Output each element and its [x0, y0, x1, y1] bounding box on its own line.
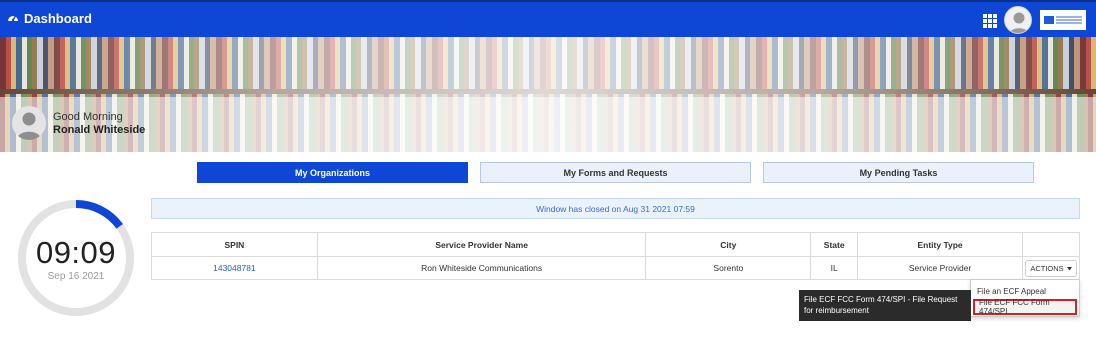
banner-image: [0, 37, 1096, 152]
entity-type-cell: Service Provider: [857, 256, 1023, 280]
table-header-row: SPIN Service Provider Name City State En…: [151, 232, 1081, 257]
tachometer-icon: [7, 11, 24, 26]
table-row: 143048781 Ron Whiteside Communications S…: [151, 256, 1081, 280]
state-cell: IL: [810, 256, 859, 280]
caret-down-icon: [1066, 264, 1072, 273]
organizations-table: SPIN Service Provider Name City State En…: [151, 232, 1081, 280]
dashboard-link[interactable]: Dashboard: [7, 11, 92, 26]
menu-item-file-ecf-form-474[interactable]: File ECF FCC Form 474/SPI: [973, 298, 1077, 316]
column-header-entity-type: Entity Type: [857, 232, 1023, 257]
brand-logo: [1040, 10, 1086, 30]
user-avatar[interactable]: [1004, 6, 1032, 34]
tab-my-organizations[interactable]: My Organizations: [197, 162, 468, 183]
greeting: Good Morning Ronald Whiteside: [12, 106, 145, 140]
window-closed-notice: Window has closed on Aug 31 2021 07:59: [151, 198, 1080, 219]
avatar: [12, 106, 46, 140]
actions-dropdown-menu: File an ECF Appeal File ECF FCC Form 474…: [970, 279, 1080, 317]
tab-my-forms-and-requests[interactable]: My Forms and Requests: [480, 162, 751, 183]
column-header-service-provider-name: Service Provider Name: [316, 232, 647, 257]
page-title: Dashboard: [24, 11, 92, 26]
tab-my-pending-tasks[interactable]: My Pending Tasks: [763, 162, 1034, 183]
city-cell: Sorento: [645, 256, 812, 280]
menu-item-file-ecf-appeal[interactable]: File an ECF Appeal: [973, 283, 1077, 299]
column-header-city: City: [645, 232, 812, 257]
column-header-state: State: [810, 232, 859, 257]
column-header-actions: [1021, 232, 1081, 257]
actions-button[interactable]: ACTIONS: [1024, 259, 1077, 277]
actions-cell: ACTIONS: [1021, 256, 1081, 280]
tooltip: File ECF FCC Form 474/SPI - File Request…: [799, 290, 971, 321]
user-name: Ronald Whiteside: [53, 123, 146, 136]
greeting-salutation: Good Morning: [53, 110, 123, 123]
actions-label: ACTIONS: [1030, 263, 1064, 273]
clock-time: 09:09: [35, 235, 117, 270]
spin-link[interactable]: 143048781: [151, 256, 318, 280]
column-header-spin: SPIN: [151, 232, 318, 257]
grid-icon[interactable]: [983, 14, 997, 28]
clock-date: Sep 16 2021: [47, 271, 105, 282]
top-navbar: Dashboard: [0, 0, 1096, 37]
service-provider-name: Ron Whiteside Communications: [316, 256, 647, 280]
